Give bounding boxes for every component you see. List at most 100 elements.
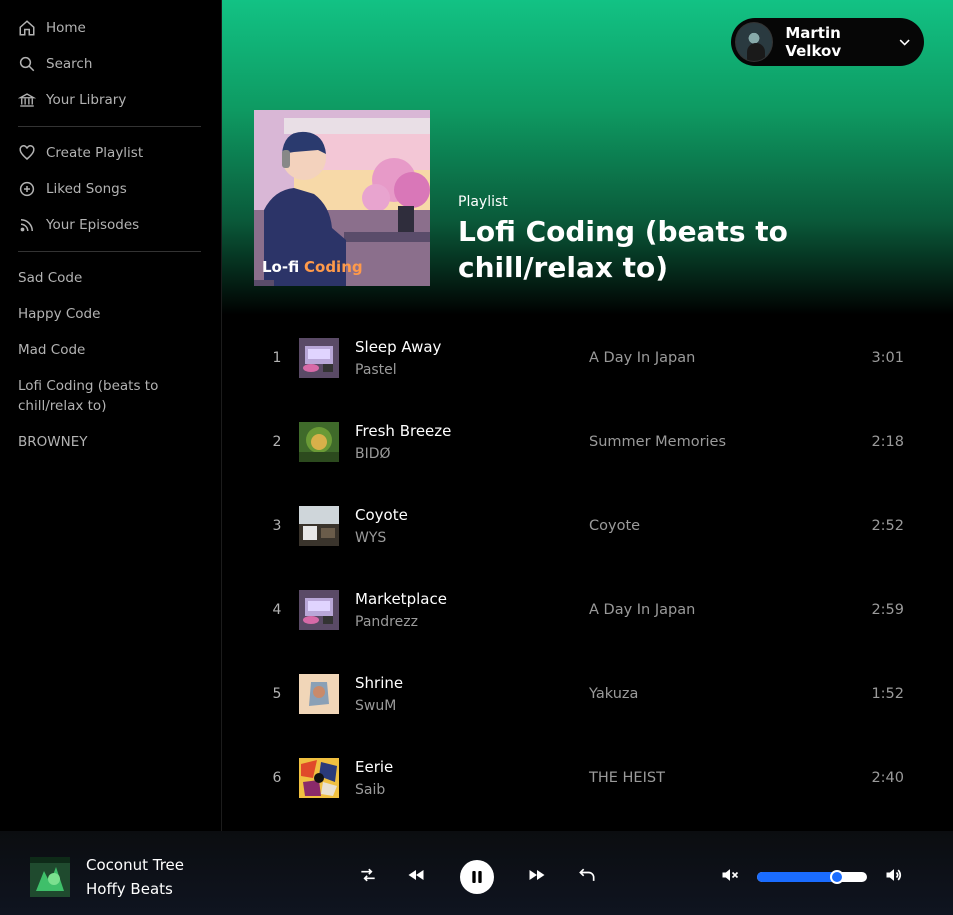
track-duration: 3:01: [871, 350, 904, 366]
volume-up-icon: [886, 869, 902, 881]
volume-fill: [757, 872, 837, 882]
sidebar-playlist-item[interactable]: BROWNEY: [18, 432, 208, 452]
track-album[interactable]: Summer Memories: [589, 434, 726, 450]
track-artist[interactable]: WYS: [355, 530, 386, 546]
sidebar-item-label: Search: [46, 56, 93, 72]
track-row[interactable]: 4 Marketplace Pandrezz A Day In Japan 2:…: [222, 580, 953, 640]
track-artist[interactable]: Pandrezz: [355, 614, 418, 630]
sidebar-playlist-item[interactable]: Mad Code: [18, 340, 208, 360]
sidebar-playlist-item[interactable]: Happy Code: [18, 304, 208, 324]
track-number: 4: [272, 602, 282, 618]
track-thumbnail: [299, 590, 339, 630]
track-album[interactable]: Coyote: [589, 518, 640, 534]
sidebar-item-label: Your Library: [46, 92, 127, 108]
player-bar: Coconut Tree Hoffy Beats: [0, 831, 953, 915]
track-thumbnail: [299, 338, 339, 378]
track-row[interactable]: 1 Sleep Away Pastel A Day In Japan 3:01: [222, 328, 953, 388]
previous-button[interactable]: [406, 865, 426, 885]
home-icon: [18, 19, 36, 37]
sidebar-item-label: Your Episodes: [46, 217, 140, 233]
track-title: Coyote: [355, 506, 408, 524]
track-duration: 2:52: [871, 518, 904, 534]
track-artist[interactable]: Saib: [355, 782, 385, 798]
volume-muted-icon: [722, 869, 739, 881]
shuffle-button[interactable]: [358, 865, 378, 885]
track-duration: 2:18: [871, 434, 904, 450]
svg-text:Lo-fi: Lo-fi: [262, 258, 299, 276]
track-duration: 1:52: [871, 686, 904, 702]
playlist-cover: Lo-fi Coding: [254, 110, 430, 286]
track-number: 6: [272, 770, 282, 786]
sidebar-item-search[interactable]: Search: [18, 53, 92, 75]
mute-button[interactable]: [720, 865, 740, 885]
svg-text:Coding: Coding: [304, 258, 363, 276]
volume-max-button[interactable]: [884, 865, 904, 885]
sidebar-playlist-item[interactable]: Sad Code: [18, 268, 208, 288]
fast-forward-icon: [529, 870, 545, 880]
rss-icon: [18, 216, 36, 234]
now-playing-title[interactable]: Coconut Tree: [86, 856, 184, 874]
track-number: 3: [272, 518, 282, 534]
track-title: Shrine: [355, 674, 404, 692]
track-number: 5: [272, 686, 282, 702]
chevron-down-icon: [899, 39, 910, 46]
volume-slider[interactable]: [757, 870, 867, 884]
track-artist[interactable]: SwuM: [355, 698, 396, 714]
track-number: 1: [272, 350, 282, 366]
shuffle-icon: [361, 868, 375, 882]
track-row[interactable]: 3 Coyote WYS Coyote 2:52: [222, 496, 953, 556]
track-title: Sleep Away: [355, 338, 442, 356]
track-row[interactable]: 2 Fresh Breeze BIDØ Summer Memories 2:18: [222, 412, 953, 472]
plus-circle-icon: [18, 180, 36, 198]
playlist-type-label: Playlist: [458, 194, 508, 210]
pause-button[interactable]: [460, 860, 494, 894]
now-playing-thumbnail[interactable]: [30, 857, 70, 897]
next-button[interactable]: [527, 865, 547, 885]
main-content: Martin Velkov Lo-fi Coding Playlist Lofi…: [222, 0, 953, 831]
sidebar-item-library[interactable]: Your Library: [18, 89, 126, 111]
heart-icon: [18, 144, 36, 162]
sidebar-item-label: Liked Songs: [46, 181, 127, 197]
track-album[interactable]: THE HEIST: [589, 770, 665, 786]
user-name: Martin Velkov: [785, 24, 842, 60]
avatar: [735, 22, 774, 62]
track-number: 2: [272, 434, 282, 450]
track-thumbnail: [299, 422, 339, 462]
sidebar-item-label: Create Playlist: [46, 145, 144, 161]
sidebar-divider: [18, 126, 201, 127]
track-duration: 2:40: [871, 770, 904, 786]
sidebar-divider: [18, 251, 201, 252]
sidebar-item-home[interactable]: Home: [18, 17, 86, 39]
sidebar-item-create-playlist[interactable]: Create Playlist: [18, 142, 143, 164]
app-window: Home Search Your Library Create Playlist: [0, 0, 953, 915]
track-album[interactable]: A Day In Japan: [589, 602, 695, 618]
rewind-icon: [408, 870, 424, 880]
track-thumbnail: [299, 674, 339, 714]
now-playing-artist[interactable]: Hoffy Beats: [86, 880, 173, 898]
sidebar-item-your-episodes[interactable]: Your Episodes: [18, 214, 139, 236]
pause-icon: [472, 871, 482, 883]
page-title: Lofi Coding (beats to chill/relax to): [458, 215, 788, 284]
sidebar-item-label: Home: [46, 20, 86, 36]
track-thumbnail: [299, 506, 339, 546]
track-duration: 2:59: [871, 602, 904, 618]
track-title: Eerie: [355, 758, 394, 776]
sidebar-playlist-item-active[interactable]: Lofi Coding (beats to chill/relax to): [18, 376, 168, 416]
sidebar: Home Search Your Library Create Playlist: [0, 0, 222, 831]
repeat-button[interactable]: [577, 865, 597, 885]
search-icon: [18, 55, 36, 73]
undo-arrow-icon: [579, 868, 595, 881]
track-title: Fresh Breeze: [355, 422, 452, 440]
sidebar-item-liked-songs[interactable]: Liked Songs: [18, 178, 127, 200]
track-album[interactable]: A Day In Japan: [589, 350, 695, 366]
user-menu-button[interactable]: Martin Velkov: [731, 18, 924, 66]
library-icon: [18, 91, 36, 109]
track-album[interactable]: Yakuza: [589, 686, 638, 702]
track-artist[interactable]: BIDØ: [355, 446, 391, 462]
track-row[interactable]: 5 Shrine SwuM Yakuza 1:52: [222, 664, 953, 724]
volume-knob[interactable]: [830, 870, 844, 884]
track-artist[interactable]: Pastel: [355, 362, 397, 378]
track-row[interactable]: 6 Eerie Saib THE HEIST 2:40: [222, 748, 953, 808]
track-thumbnail: [299, 758, 339, 798]
track-title: Marketplace: [355, 590, 447, 608]
